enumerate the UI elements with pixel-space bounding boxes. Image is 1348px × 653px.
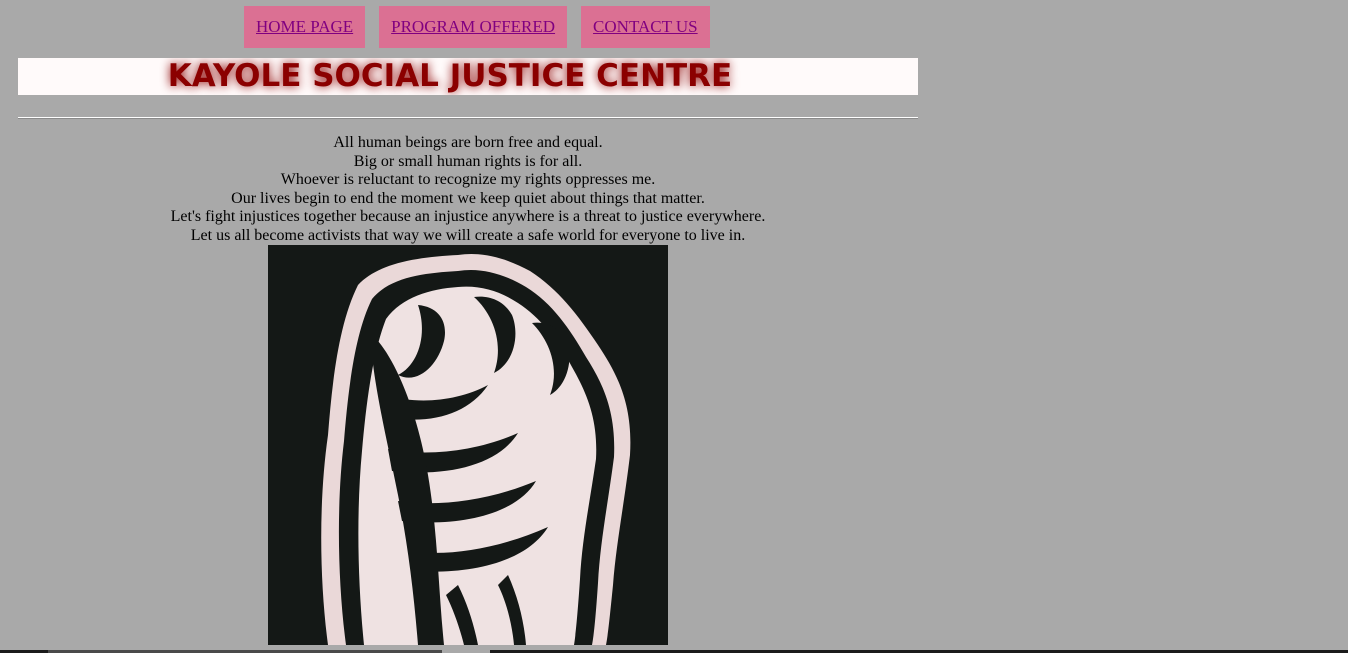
quote-line: Whoever is reluctant to recognize my rig… <box>280 171 656 189</box>
page: HOME PAGE PROGRAM OFFERED CONTACT US KAY… <box>0 0 1348 653</box>
raised-fist-image <box>268 245 668 645</box>
quotes-block: All human beings are born free and equal… <box>18 134 918 246</box>
title-banner: KAYOLE SOCIAL JUSTICE CENTRE <box>18 58 918 95</box>
nav-item-programs[interactable]: PROGRAM OFFERED <box>379 6 568 48</box>
quote-line: Our lives begin to end the moment we kee… <box>231 189 705 207</box>
page-title: KAYOLE SOCIAL JUSTICE CENTRE <box>167 58 733 94</box>
quote-line: Let us all become activists that way we … <box>190 226 746 244</box>
quote-line: Let's fight injustices together because … <box>170 208 766 226</box>
top-nav: HOME PAGE PROGRAM OFFERED CONTACT US <box>244 6 710 48</box>
raised-fist-icon <box>321 254 631 645</box>
nav-item-home[interactable]: HOME PAGE <box>244 6 366 48</box>
contact-us-link[interactable]: CONTACT US <box>593 17 698 37</box>
home-page-link[interactable]: HOME PAGE <box>256 17 353 37</box>
nav-item-contact[interactable]: CONTACT US <box>581 6 710 48</box>
horizontal-divider <box>18 117 918 119</box>
quote-line: All human beings are born free and equal… <box>333 134 603 151</box>
quote-line: Big or small human rights is for all. <box>353 152 583 170</box>
program-offered-link[interactable]: PROGRAM OFFERED <box>391 17 555 37</box>
